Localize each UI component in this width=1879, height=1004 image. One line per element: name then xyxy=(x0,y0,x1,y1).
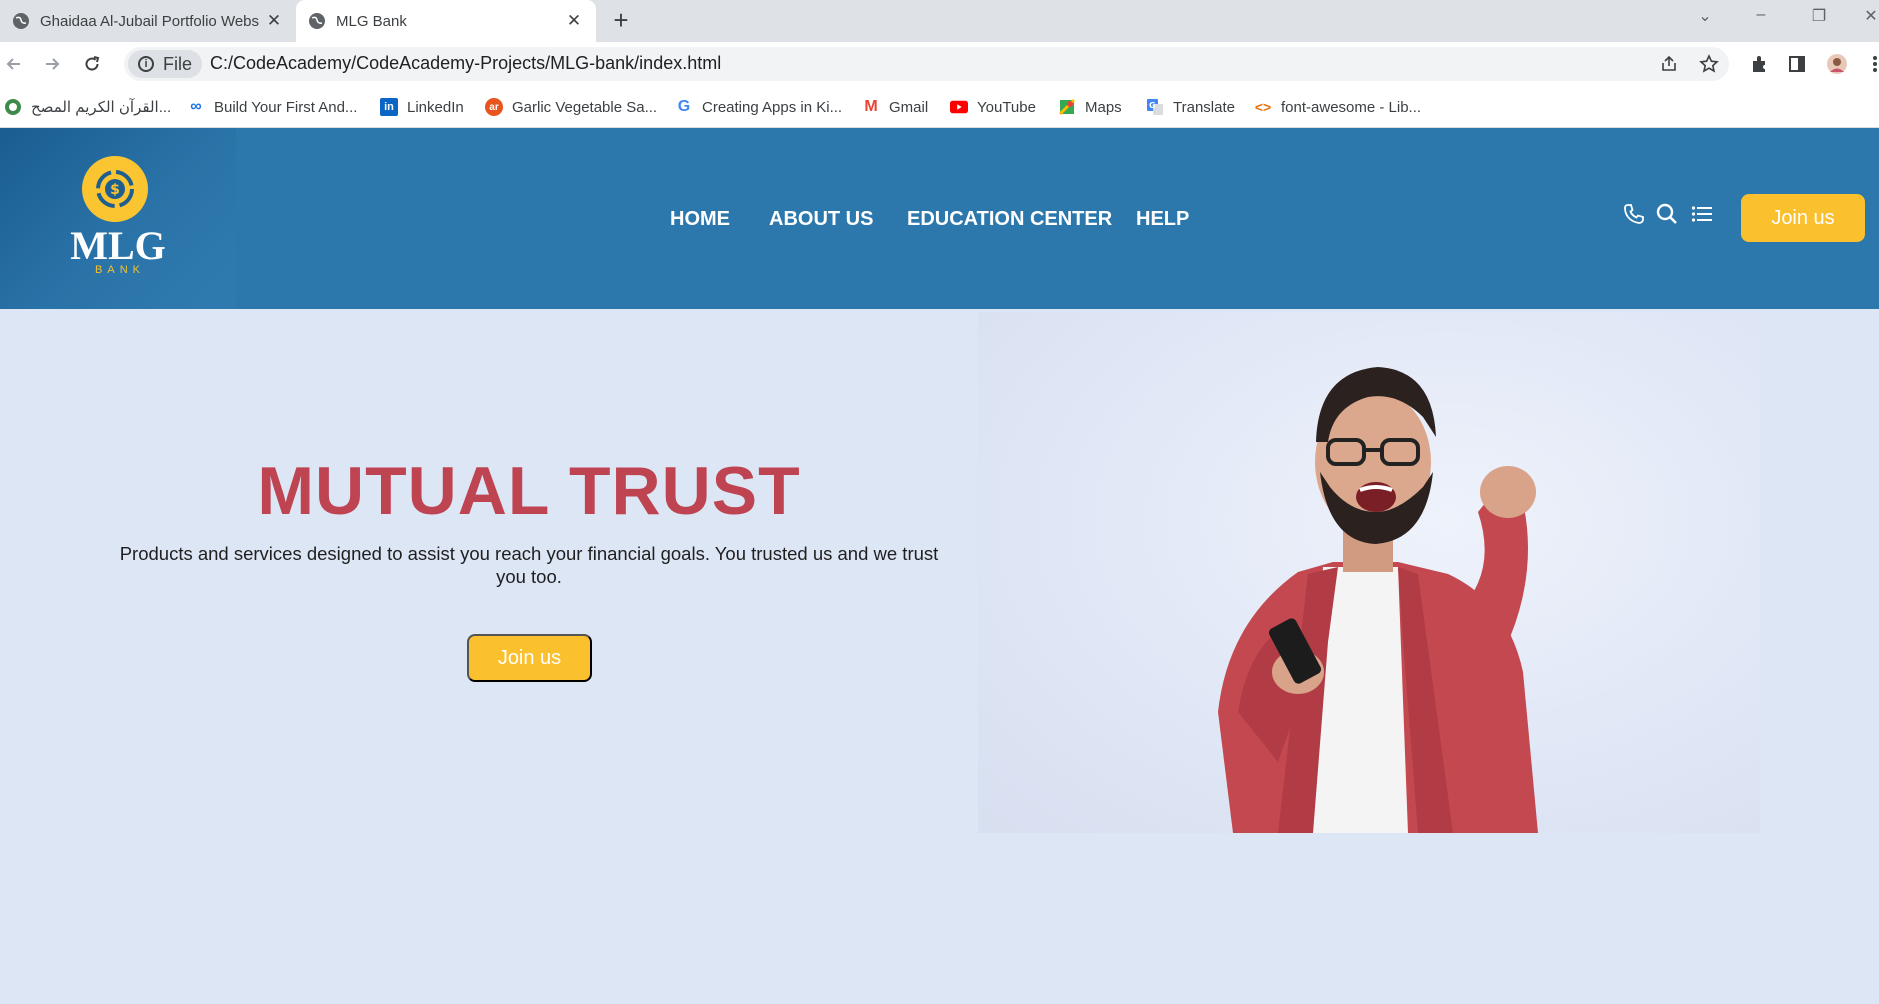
share-icon[interactable] xyxy=(1658,53,1680,75)
code-icon: <> xyxy=(1254,99,1272,115)
bookmark-item[interactable]: ar Garlic Vegetable Sa... xyxy=(485,96,657,118)
svg-text:$: $ xyxy=(110,182,120,198)
menu-kebab-icon[interactable] xyxy=(1864,53,1879,75)
quran-icon xyxy=(4,98,22,116)
forward-icon[interactable] xyxy=(40,52,64,76)
bookmark-item[interactable]: ∞ Build Your First And... xyxy=(187,96,357,118)
tab-strip: Ghaidaa Al-Jubail Portfolio Webs ✕ MLG B… xyxy=(0,0,1879,42)
back-icon[interactable] xyxy=(2,52,26,76)
site-header: $ MLG BANK HOME ABOUT US EDUCATION CENTE… xyxy=(0,128,1879,309)
bookmark-label: font-awesome - Lib... xyxy=(1281,98,1422,116)
bookmark-item[interactable]: <> font-awesome - Lib... xyxy=(1254,96,1421,118)
bookmark-label: LinkedIn xyxy=(407,98,464,116)
globe-icon xyxy=(308,12,326,30)
tab-portfolio[interactable]: Ghaidaa Al-Jubail Portfolio Webs ✕ xyxy=(0,0,296,42)
list-menu-icon[interactable] xyxy=(1688,200,1716,228)
logo-subtitle: BANK xyxy=(95,264,145,276)
tab-search-icon[interactable]: ⌄ xyxy=(1690,6,1720,26)
bookmark-label: Translate xyxy=(1173,98,1235,116)
address-bar[interactable]: i File C:/CodeAcademy/CodeAcademy-Projec… xyxy=(124,47,1729,81)
search-icon[interactable] xyxy=(1653,200,1681,228)
bookmark-label: القرآن الكريم المصح... xyxy=(31,99,172,116)
logo[interactable]: $ MLG BANK xyxy=(0,128,236,309)
bookmark-item[interactable]: G Creating Apps in Ki... xyxy=(675,96,842,118)
bookmark-item[interactable]: in LinkedIn xyxy=(380,96,464,118)
bookmark-label: Gmail xyxy=(889,98,929,116)
phone-icon[interactable] xyxy=(1620,200,1648,228)
bookmark-label: YouTube xyxy=(977,98,1036,116)
new-tab-button[interactable]: + xyxy=(608,7,634,34)
bookmark-item[interactable]: YouTube xyxy=(950,96,1036,118)
site-info-chip[interactable]: i File xyxy=(128,50,202,78)
browser-toolbar: i File C:/CodeAcademy/CodeAcademy-Projec… xyxy=(0,42,1879,86)
reload-icon[interactable] xyxy=(80,52,104,76)
close-window-icon[interactable]: ✕ xyxy=(1856,6,1879,26)
coin-logo-icon: $ xyxy=(82,156,148,222)
translate-icon: G xyxy=(1146,98,1164,116)
ar-icon: ar xyxy=(485,98,503,116)
close-tab-icon[interactable]: ✕ xyxy=(264,11,284,31)
bookmark-item[interactable]: G Translate xyxy=(1146,96,1235,118)
url-text[interactable]: C:/CodeAcademy/CodeAcademy-Projects/MLG-… xyxy=(210,53,721,74)
side-panel-icon[interactable] xyxy=(1786,53,1808,75)
hero-description: Products and services designed to assist… xyxy=(119,543,939,587)
join-us-hero-button[interactable]: Join us xyxy=(467,634,592,682)
profile-avatar[interactable] xyxy=(1826,53,1848,75)
tab-title: MLG Bank xyxy=(336,12,407,30)
nav-about-us[interactable]: ABOUT US xyxy=(769,208,873,231)
bookmark-item[interactable]: Maps xyxy=(1058,96,1122,118)
minimize-icon[interactable]: – xyxy=(1746,6,1776,24)
bookmark-label: Creating Apps in Ki... xyxy=(702,98,843,116)
bookmark-label: Build Your First And... xyxy=(214,98,358,116)
close-tab-icon[interactable]: ✕ xyxy=(564,11,584,31)
google-icon: G xyxy=(677,98,691,115)
tab-mlg-bank[interactable]: MLG Bank ✕ xyxy=(296,0,596,42)
nav-home[interactable]: HOME xyxy=(670,208,730,231)
maps-icon xyxy=(1058,98,1076,116)
bookmark-item[interactable]: M Gmail xyxy=(862,96,928,118)
bookmark-label: Garlic Vegetable Sa... xyxy=(512,98,658,116)
tab-title: Ghaidaa Al-Jubail Portfolio Webs xyxy=(40,12,260,30)
bookmark-label: Maps xyxy=(1085,98,1122,116)
nav-help[interactable]: HELP xyxy=(1136,208,1189,231)
gmail-icon: M xyxy=(864,98,878,115)
celebrating-man-illustration xyxy=(1218,367,1538,833)
info-icon: i xyxy=(138,56,154,72)
restore-icon[interactable]: ❐ xyxy=(1804,6,1834,26)
linkedin-icon: in xyxy=(380,98,398,116)
bookmark-item[interactable]: القرآن الكريم المصح... xyxy=(4,96,171,118)
nav-education-center[interactable]: EDUCATION CENTER xyxy=(907,208,1112,231)
bookmark-star-icon[interactable] xyxy=(1698,53,1720,75)
file-label: File xyxy=(163,53,193,74)
extensions-icon[interactable] xyxy=(1748,53,1770,75)
bookmarks-bar: القرآن الكريم المصح... ∞ Build Your Firs… xyxy=(0,86,1879,128)
youtube-icon xyxy=(950,98,968,116)
globe-icon xyxy=(12,12,30,30)
join-us-header-button[interactable]: Join us xyxy=(1741,194,1865,242)
hero-title: MUTUAL TRUST xyxy=(257,453,801,529)
logo-name: MLG xyxy=(70,223,166,268)
hero-image xyxy=(978,312,1760,833)
infinity-icon: ∞ xyxy=(190,98,202,115)
svg-text:G: G xyxy=(1149,101,1156,110)
